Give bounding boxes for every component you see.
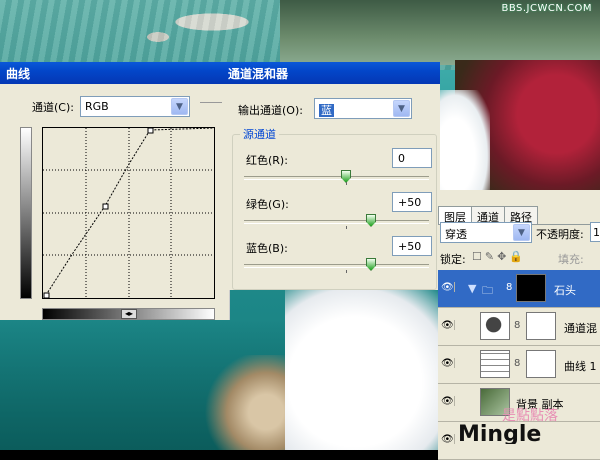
chevron-down-icon[interactable]: ▼	[513, 224, 530, 241]
eye-icon[interactable]: 👁	[441, 434, 455, 445]
slider-tick	[346, 270, 347, 273]
expand-arrow-icon[interactable]: ▼	[468, 282, 476, 295]
output-channel-label: 输出通道(O):	[238, 104, 303, 117]
folder-icon: 🗀	[482, 284, 493, 297]
output-channel-select[interactable]: 蓝 ▼	[314, 98, 412, 119]
red-slider[interactable]	[244, 170, 429, 185]
layer-row[interactable]: 👁 8 通道混	[438, 308, 600, 346]
opacity-input[interactable]: 1	[590, 222, 600, 242]
opacity-label: 不透明度:	[536, 228, 584, 241]
slider-tick	[346, 226, 347, 229]
eye-icon[interactable]: 👁	[441, 282, 455, 293]
mixer-title: 通道混和器	[222, 62, 440, 84]
output-gradient	[20, 127, 32, 299]
layer-name: 曲线 1	[564, 360, 597, 373]
output-channel-value: 蓝	[319, 104, 334, 117]
curve-point	[43, 292, 50, 299]
curves-dialog: 曲线 通道(C): RGB ▼ ◂▸	[0, 62, 230, 320]
channel-mixer-dialog: 通道混和器 输出通道(O): 蓝 ▼ 源通道 红色(R): 0 绿色(G): +…	[222, 62, 440, 290]
layer-mask-thumbnail	[516, 274, 546, 302]
logo: 是點點落 Mingle	[456, 398, 596, 447]
green-label: 绿色(G):	[246, 198, 289, 211]
blue-slider[interactable]	[244, 258, 429, 273]
fill-label: 填充:	[558, 253, 584, 266]
channel-row: 通道(C): RGB ▼	[32, 96, 190, 117]
blue-input[interactable]: +50	[392, 236, 432, 256]
slider-tick	[346, 182, 347, 185]
layer-mask-thumbnail	[526, 312, 556, 340]
green-input[interactable]: +50	[392, 192, 432, 212]
wedding-dress	[285, 280, 460, 450]
curves-title: 曲线	[0, 62, 229, 84]
input-gradient: ◂▸	[42, 308, 215, 320]
eye-icon[interactable]: 👁	[441, 358, 455, 369]
eye-icon[interactable]: 👁	[441, 320, 455, 331]
curve-graph[interactable]	[42, 127, 215, 299]
curve-line	[45, 127, 215, 296]
source-channels-label: 源通道	[240, 126, 279, 142]
layer-name: 石头	[554, 284, 576, 297]
logo-text: Mingle	[458, 422, 541, 444]
lock-icons[interactable]: ☐✎✥🔒	[472, 250, 526, 263]
curve-point	[147, 127, 154, 134]
mixer-adjustment-icon	[480, 312, 510, 340]
layer-mask-thumbnail	[526, 350, 556, 378]
link-icon: 8	[506, 282, 513, 293]
green-slider[interactable]	[244, 214, 429, 229]
chevron-down-icon[interactable]: ▼	[393, 100, 410, 117]
blend-mode-value: 穿透	[445, 228, 467, 241]
blue-label: 蓝色(B):	[246, 242, 288, 255]
red-label: 红色(R):	[246, 154, 288, 167]
channel-label: 通道(C):	[32, 100, 74, 114]
link-icon: 8	[514, 358, 521, 369]
layer-name: 通道混	[564, 322, 597, 335]
blend-mode-select[interactable]: 穿透 ▼	[440, 222, 532, 243]
link-icon: 8	[514, 320, 521, 331]
watermark: BBS.JCWCN.COM	[501, 3, 592, 14]
chevron-down-icon[interactable]: ▼	[170, 98, 188, 115]
channel-select[interactable]: RGB ▼	[79, 96, 190, 117]
eye-icon[interactable]: 👁	[441, 396, 455, 407]
curve-point	[102, 203, 109, 210]
lock-label: 锁定:	[440, 253, 466, 266]
layer-row[interactable]: 👁 8 曲线 1	[438, 346, 600, 384]
layer-row[interactable]: 👁 ▼ 🗀 8 石头	[438, 270, 600, 308]
channel-value: RGB	[84, 100, 109, 113]
divider	[200, 102, 222, 103]
gradient-toggle-icon[interactable]: ◂▸	[121, 309, 137, 319]
curve-grid	[43, 127, 215, 299]
red-input[interactable]: 0	[392, 148, 432, 168]
curves-adjustment-icon	[480, 350, 510, 378]
